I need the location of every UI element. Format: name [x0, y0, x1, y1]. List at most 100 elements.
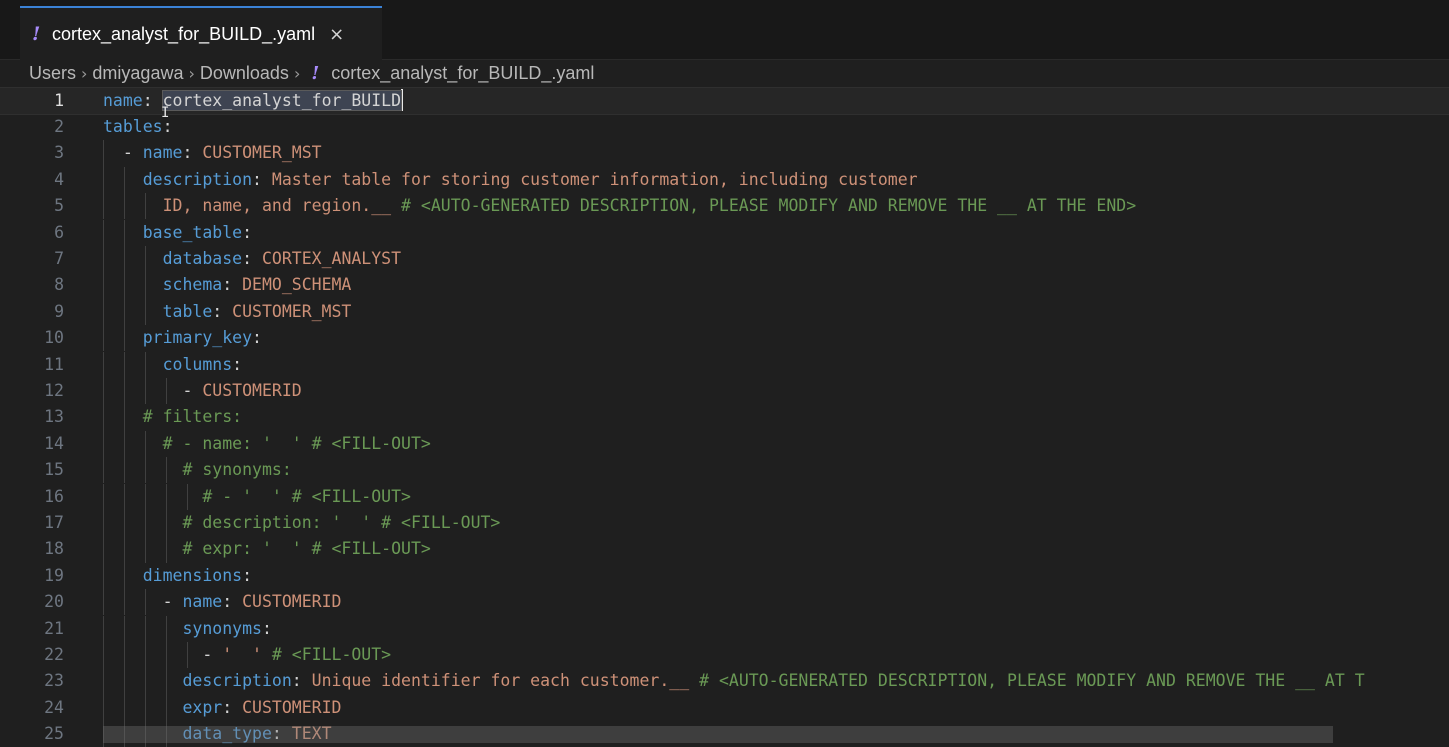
code-line[interactable]: 7 database: CORTEX_ANALYST: [0, 245, 1449, 273]
line-number: 22: [44, 644, 64, 664]
code-line[interactable]: 23 description: Unique identifier for ea…: [0, 668, 1449, 695]
punctuation: :: [222, 697, 243, 717]
code-text[interactable]: columns:: [103, 352, 242, 378]
yaml-comment: # - ' ' # <FILL-OUT>: [202, 486, 411, 506]
yaml-key: name: [182, 592, 223, 612]
line-number: 4: [54, 169, 64, 189]
code-text[interactable]: synonyms:: [103, 616, 271, 642]
code-line[interactable]: 21 synonyms:: [0, 615, 1449, 642]
code-text[interactable]: schema: DEMO_SCHEMA: [103, 272, 352, 298]
breadcrumb-item-downloads[interactable]: Downloads: [200, 63, 289, 84]
code-line[interactable]: 12 - CUSTOMERID: [0, 377, 1449, 405]
code-text[interactable]: table: CUSTOMER_MST: [103, 299, 352, 325]
code-text[interactable]: # - ' ' # <FILL-OUT>: [103, 484, 411, 510]
punctuation: :: [291, 671, 312, 691]
code-line[interactable]: 11 columns:: [0, 351, 1449, 378]
code-line[interactable]: 8 schema: DEMO_SCHEMA: [0, 272, 1449, 299]
code-text[interactable]: # expr: ' ' # <FILL-OUT>: [103, 536, 430, 562]
code-text[interactable]: # synonyms:: [103, 457, 291, 483]
line-number: 10: [44, 328, 64, 348]
code-text[interactable]: ID, name, and region.__ # <AUTO-GENERATE…: [103, 193, 1137, 219]
code-text[interactable]: primary_key:: [103, 325, 262, 351]
close-icon[interactable]: ×: [329, 24, 344, 45]
code-text[interactable]: name: cortex_analyst_for_BUILD: [103, 88, 404, 114]
code-line[interactable]: 19 dimensions:: [0, 562, 1449, 590]
line-number: 2: [54, 116, 64, 136]
yaml-value: CUSTOMER_MST: [202, 143, 322, 163]
punctuation: [103, 275, 163, 294]
yaml-key: database: [162, 248, 243, 268]
code-line[interactable]: 15 # synonyms:: [0, 457, 1449, 484]
breadcrumb-item-file[interactable]: cortex_analyst_for_BUILD_.yaml: [331, 63, 594, 84]
code-line[interactable]: 3 - name: CUSTOMER_MST: [0, 140, 1449, 167]
breadcrumb-item-users[interactable]: Users: [29, 63, 76, 84]
code-text[interactable]: - name: CUSTOMER_MST: [103, 140, 322, 166]
code-line[interactable]: 1 name: cortex_analyst_for_BUILD: [0, 87, 1449, 115]
chevron-right-icon: ›: [81, 63, 88, 83]
code-text[interactable]: # - name: ' ' # <FILL-OUT>: [103, 431, 431, 457]
yaml-key: schema: [162, 275, 223, 295]
code-text[interactable]: description: Master table for storing cu…: [103, 167, 918, 193]
punctuation: [103, 196, 163, 215]
line-number: 20: [44, 592, 64, 612]
code-line[interactable]: 9 table: CUSTOMER_MST: [0, 298, 1449, 326]
tab-editor-file[interactable]: ! cortex_analyst_for_BUILD_.yaml ×: [20, 6, 382, 60]
code-text[interactable]: - CUSTOMERID: [103, 378, 301, 404]
code-line[interactable]: 24 expr: CUSTOMERID: [0, 694, 1449, 722]
code-text[interactable]: - name: CUSTOMERID: [103, 589, 342, 615]
code-text[interactable]: expr: CUSTOMERID: [103, 695, 341, 721]
yaml-file-icon: !: [32, 23, 41, 45]
tab-title[interactable]: cortex_analyst_for_BUILD_.yaml: [52, 24, 315, 45]
code-text[interactable]: database: CORTEX_ANALYST: [103, 246, 401, 272]
yaml-comment: # filters:: [142, 407, 243, 427]
code-line[interactable]: 17 # description: ' ' # <FILL-OUT>: [0, 509, 1449, 537]
punctuation: [262, 645, 272, 664]
line-number: 7: [54, 248, 64, 268]
code-text[interactable]: description: Unique identifier for each …: [103, 668, 1364, 694]
code-line[interactable]: 4 description: Master table for storing …: [0, 166, 1449, 194]
code-editor[interactable]: 1 name: cortex_analyst_for_BUILD 2 tables: 3…: [0, 87, 1449, 747]
line-number: 5: [54, 196, 64, 216]
punctuation: [103, 170, 143, 189]
code-text[interactable]: # description: ' ' # <FILL-OUT>: [103, 510, 500, 536]
punctuation: [103, 566, 143, 585]
line-number: 19: [44, 565, 64, 585]
line-number: 18: [44, 539, 64, 559]
yaml-value: DEMO_SCHEMA: [242, 275, 352, 295]
code-text[interactable]: - ' ' # <FILL-OUT>: [103, 642, 391, 668]
breadcrumb-item-dmiyagawa[interactable]: dmiyagawa: [92, 63, 183, 84]
horizontal-scrollbar[interactable]: [103, 726, 1333, 743]
code-text[interactable]: # filters:: [103, 404, 242, 430]
punctuation: :: [142, 90, 163, 110]
punctuation: :: [182, 143, 203, 163]
yaml-value: ' ': [222, 644, 262, 664]
punctuation: [103, 407, 143, 426]
punctuation: :: [222, 592, 243, 612]
punctuation: :: [252, 169, 272, 189]
code-line[interactable]: 6 base_table:: [0, 219, 1449, 246]
punctuation: -: [103, 644, 223, 664]
text-cursor-icon: I: [161, 105, 170, 121]
punctuation: [103, 487, 202, 506]
code-line[interactable]: 20 - name: CUSTOMERID: [0, 589, 1449, 616]
code-line[interactable]: 13 # filters:: [0, 404, 1449, 431]
code-line[interactable]: 22 - ' ' # <FILL-OUT>: [0, 641, 1449, 669]
punctuation: -: [103, 592, 183, 612]
code-line[interactable]: 2 tables:: [0, 114, 1449, 140]
code-line[interactable]: 5 ID, name, and region.__ # <AUTO-GENERA…: [0, 193, 1449, 220]
yaml-key: description: [142, 169, 253, 189]
punctuation: :: [242, 222, 253, 242]
line-number: 25: [44, 724, 64, 744]
code-line[interactable]: 18 # expr: ' ' # <FILL-OUT>: [0, 536, 1449, 563]
code-text[interactable]: base_table:: [103, 220, 252, 246]
punctuation: [103, 223, 143, 242]
punctuation: [103, 539, 182, 558]
punctuation: [103, 355, 163, 374]
yaml-key: synonyms: [182, 618, 262, 638]
code-line[interactable]: 16 # - ' ' # <FILL-OUT>: [0, 483, 1449, 510]
punctuation: [103, 302, 163, 321]
punctuation: :: [232, 354, 243, 374]
code-line[interactable]: 14 # - name: ' ' # <FILL-OUT>: [0, 430, 1449, 458]
code-line[interactable]: 10 primary_key:: [0, 325, 1449, 352]
code-text[interactable]: dimensions:: [103, 563, 252, 589]
